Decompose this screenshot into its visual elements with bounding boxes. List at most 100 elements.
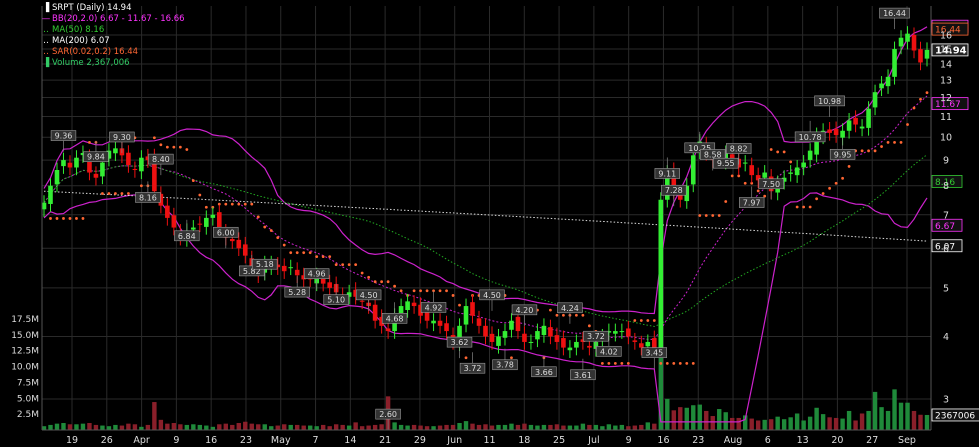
sar-dot [646, 319, 650, 322]
sar-dot [107, 192, 111, 195]
candle-body [574, 341, 579, 348]
sar-dot [49, 217, 52, 220]
candle-body [113, 148, 118, 154]
sar-dot [88, 140, 91, 144]
legend-sar: ․․ SAR(0.02,0.2) 16.44 [41, 47, 185, 58]
annotation-label: 3.72 [464, 364, 482, 373]
sar-dot [815, 197, 819, 201]
candle-body [437, 320, 443, 326]
annotation-label: 8.16 [139, 193, 157, 202]
volume-bar [398, 424, 404, 430]
sar-dot [464, 356, 468, 360]
candle-body [658, 199, 664, 351]
volume-bar [450, 424, 456, 430]
volume-bar [840, 418, 845, 430]
volume-bar [80, 423, 86, 430]
annotation-label: 3.78 [496, 361, 514, 370]
volume-bar [366, 425, 371, 430]
volume-bars [41, 296, 930, 430]
sar-dot [321, 255, 325, 258]
annotation-label: 4.68 [386, 314, 404, 323]
volume-bar [697, 404, 702, 430]
volume-bar [191, 424, 196, 430]
volume-bar [437, 425, 443, 430]
sar-dot [172, 145, 176, 149]
candle-body [918, 49, 923, 63]
candle-body [126, 152, 131, 165]
volume-bar [307, 425, 313, 430]
legend-ma50-marker: ․․ [43, 25, 49, 35]
sar-dot [75, 217, 78, 220]
time-tick-label: 6 [765, 435, 771, 446]
price-tick-label: 10 [940, 133, 952, 144]
volume-bar [580, 423, 586, 430]
volume-bar [132, 424, 138, 430]
volume-bar [833, 417, 839, 430]
time-tick-label: Jun [446, 435, 462, 446]
volume-tick-label: 12.5M [11, 347, 39, 357]
candle-body [639, 343, 644, 348]
sar-dot [860, 149, 864, 153]
sar-dot [763, 194, 767, 198]
candle-body [911, 34, 917, 51]
sar-dot [587, 324, 591, 328]
annotation-label: 3.45 [645, 349, 663, 358]
candle-body [411, 302, 417, 307]
sar-dot [328, 255, 332, 258]
time-tick-label: Jul [587, 435, 599, 446]
sar-dot [873, 149, 877, 153]
volume-tick-label: 5.0M [17, 394, 39, 404]
candle-body [496, 336, 501, 346]
candle-body [522, 333, 527, 342]
volume-bar [113, 424, 118, 430]
candle-body [93, 173, 99, 178]
sar-dot [828, 186, 832, 190]
candle-body [859, 126, 865, 129]
candle-body [509, 320, 514, 330]
sar-dot [555, 313, 559, 317]
volume-bar [243, 421, 248, 430]
volume-bar [483, 424, 488, 430]
sar-dot [347, 263, 351, 267]
sar-dot [224, 202, 228, 206]
time-tick-label: 27 [866, 435, 878, 446]
volume-bar [288, 424, 293, 430]
candle-body [535, 331, 540, 340]
sar-dot [367, 275, 371, 279]
sar-dot [626, 361, 630, 365]
sar-dot [243, 202, 247, 206]
candle-body [626, 328, 631, 337]
sar-dot [776, 150, 780, 154]
time-tick-label: 23 [240, 435, 252, 446]
sar-dot [886, 140, 890, 144]
sar-dot [269, 229, 273, 232]
sar-dot [458, 303, 461, 307]
volume-bar [184, 424, 190, 430]
volume-bar [535, 425, 540, 430]
sar-dot [685, 361, 689, 365]
candle-body [690, 155, 696, 185]
candle-body [788, 172, 793, 174]
sar-dot [354, 263, 358, 267]
price-tick-label: 8 [943, 181, 949, 192]
sar-dot [510, 356, 513, 360]
volume-bar [152, 402, 157, 430]
legend-sar-text: SAR(0.02,0.2) 16.44 [52, 47, 139, 57]
annotation-label: 2.60 [379, 410, 397, 419]
annotation-label: 9.36 [55, 132, 73, 141]
volume-bar [165, 423, 170, 430]
time-tick-label: Sep [898, 435, 916, 446]
sar-dot [821, 192, 825, 195]
candle-body [548, 327, 553, 337]
sar-dot [659, 361, 663, 365]
annotation-label: 3.62 [451, 338, 469, 347]
volume-bar [678, 407, 683, 430]
sar-dot [789, 160, 793, 164]
sar-dot [55, 217, 59, 220]
right-value-label: 6.67 [935, 222, 955, 232]
right-value-label: 2367006 [935, 411, 975, 421]
time-tick-label: 21 [379, 435, 391, 446]
candle-body [924, 49, 930, 59]
volume-bar [509, 423, 514, 430]
time-tick-label: 19 [66, 435, 78, 446]
